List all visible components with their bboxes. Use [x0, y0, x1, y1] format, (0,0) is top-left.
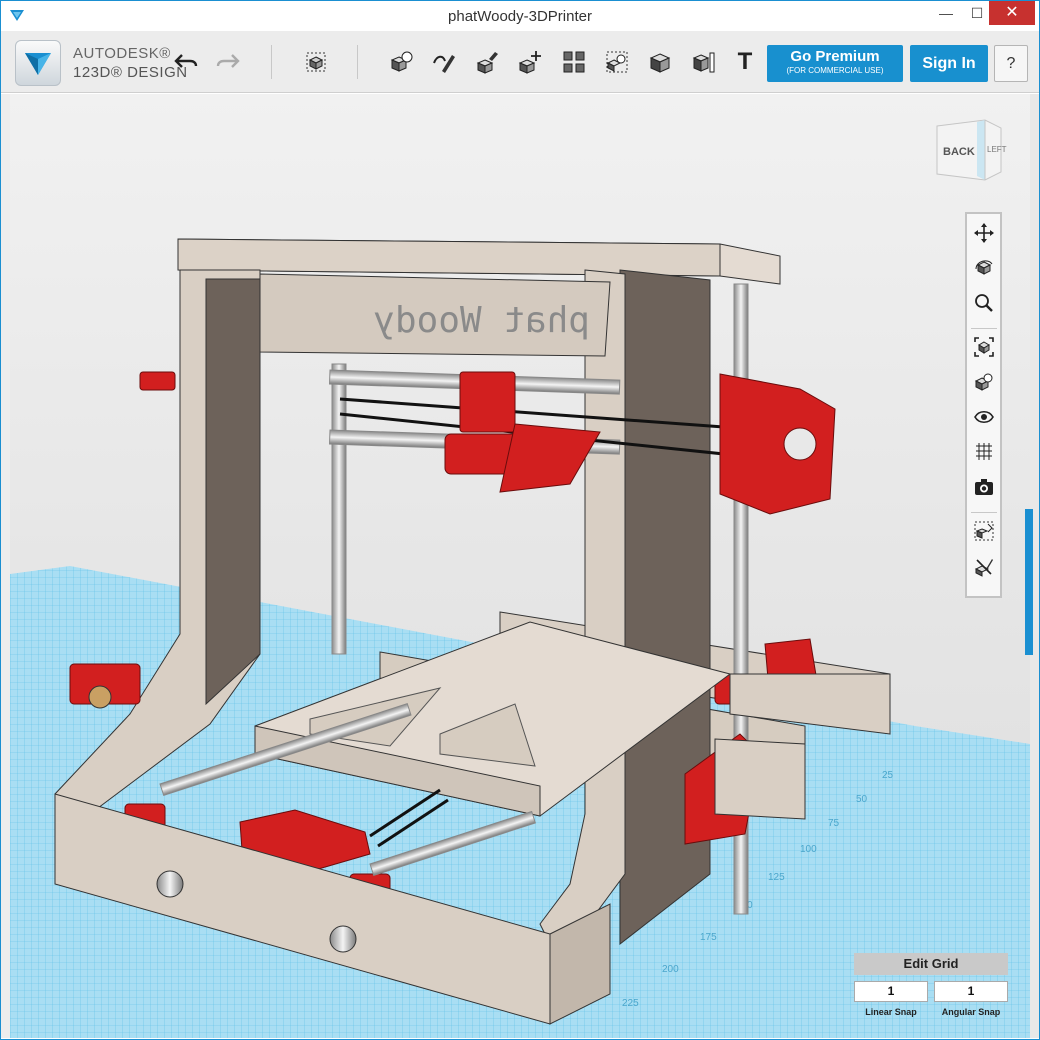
visibility-icon: [974, 410, 994, 424]
orbit-button[interactable]: [971, 254, 997, 280]
toolbar-separator: [357, 45, 358, 79]
modify-button[interactable]: [516, 47, 546, 77]
panel-toggle-handle[interactable]: [1025, 509, 1033, 655]
pattern-icon: [563, 51, 585, 73]
undo-button[interactable]: [171, 47, 201, 77]
go-premium-sublabel: (FOR COMMERCIAL USE): [786, 66, 884, 75]
zoom-button[interactable]: [971, 290, 997, 316]
linear-snap-input[interactable]: 1: [854, 981, 928, 1002]
measure-icon: [692, 52, 715, 73]
construct-button[interactable]: [473, 47, 503, 77]
nav-separator: [971, 512, 997, 513]
left-edge: [1, 94, 10, 1038]
undo-icon: [174, 54, 198, 68]
window-title: phatWoody-3DPrinter: [448, 8, 592, 25]
view-button[interactable]: [971, 369, 997, 395]
pan-button[interactable]: [971, 220, 997, 246]
maximize-button[interactable]: ☐: [962, 1, 992, 25]
angular-snap-input[interactable]: 1: [934, 981, 1008, 1002]
transform-button[interactable]: [301, 47, 331, 77]
navigation-bar: [965, 212, 1002, 598]
view-cube[interactable]: BACK LEFT: [929, 116, 1009, 184]
sketch-button[interactable]: [429, 47, 459, 77]
go-premium-label: Go Premium: [790, 48, 880, 65]
visibility-button[interactable]: [971, 404, 997, 430]
3d-viewport[interactable]: 25 50 75 100 125 150 175 200 225: [10, 94, 1030, 1038]
zoom-icon: [975, 294, 993, 312]
brand-name: AUTODESK®: [73, 45, 171, 62]
close-button[interactable]: ✕: [989, 1, 1035, 25]
ruler-tick: 225: [622, 998, 639, 1009]
screenshot-button[interactable]: [971, 474, 997, 500]
primitives-button[interactable]: [387, 47, 417, 77]
view-cube-back-label: BACK: [943, 146, 975, 158]
app-window: phatWoody-3DPrinter — ☐ ✕ AUTODESK® 123D…: [0, 0, 1040, 1040]
combine-button[interactable]: [645, 47, 675, 77]
ruler-tick: 50: [856, 794, 868, 805]
fit-button[interactable]: [971, 334, 997, 360]
grouping-icon: [606, 51, 628, 73]
material-button[interactable]: [971, 554, 997, 580]
model-canvas[interactable]: 25 50 75 100 125 150 175 200 225: [10, 94, 1030, 1038]
grouping-button[interactable]: [602, 47, 632, 77]
redo-button[interactable]: [213, 47, 243, 77]
grid-view-icon: [976, 443, 992, 460]
edit-grid-button[interactable]: Edit Grid: [854, 953, 1008, 975]
snap-icon: [974, 521, 994, 541]
redo-icon: [216, 54, 240, 68]
orbit-icon: [975, 260, 993, 275]
pattern-button[interactable]: [559, 47, 589, 77]
help-button[interactable]: ?: [994, 45, 1028, 82]
grid-panel: Edit Grid 1 1 Linear Snap Angular Snap: [854, 953, 1010, 1025]
minimize-button[interactable]: —: [931, 1, 961, 25]
measure-button[interactable]: [688, 47, 718, 77]
pan-icon: [974, 223, 994, 243]
ruler-tick: 25: [882, 770, 894, 781]
construct-icon: [476, 52, 498, 74]
grid-view-button[interactable]: [971, 439, 997, 465]
engraved-label: phat Woody: [373, 300, 590, 341]
main-toolbar: AUTODESK® 123D® DESIGN T Go Premium (FOR…: [1, 31, 1039, 93]
ruler-tick: 175: [700, 932, 717, 943]
nav-separator: [971, 328, 997, 329]
material-icon: [974, 559, 993, 577]
ruler-tick: 75: [828, 818, 840, 829]
transform-icon: [306, 52, 326, 72]
go-premium-button[interactable]: Go Premium (FOR COMMERCIAL USE): [767, 45, 903, 82]
angular-snap-label: Angular Snap: [941, 1007, 1001, 1017]
snap-button[interactable]: [971, 518, 997, 544]
primitives-icon: [390, 51, 413, 72]
app-menu-button[interactable]: [15, 40, 61, 86]
combine-icon: [649, 53, 671, 73]
toolbar-separator: [271, 45, 272, 79]
screenshot-icon: [975, 479, 993, 495]
text-tool-button[interactable]: T: [730, 47, 760, 77]
ruler-tick: 200: [662, 964, 679, 975]
ruler-tick: 125: [768, 872, 785, 883]
modify-icon: [518, 51, 541, 74]
title-bar: phatWoody-3DPrinter — ☐ ✕: [1, 1, 1039, 31]
fit-icon: [974, 337, 994, 357]
ruler-tick: 100: [800, 844, 817, 855]
view-icon: [974, 373, 993, 391]
sketch-icon: [433, 55, 455, 73]
view-cube-left-label: LEFT: [987, 145, 1007, 154]
app-logo-icon: [25, 53, 51, 75]
sign-in-button[interactable]: Sign In: [910, 45, 988, 82]
linear-snap-label: Linear Snap: [865, 1007, 917, 1017]
